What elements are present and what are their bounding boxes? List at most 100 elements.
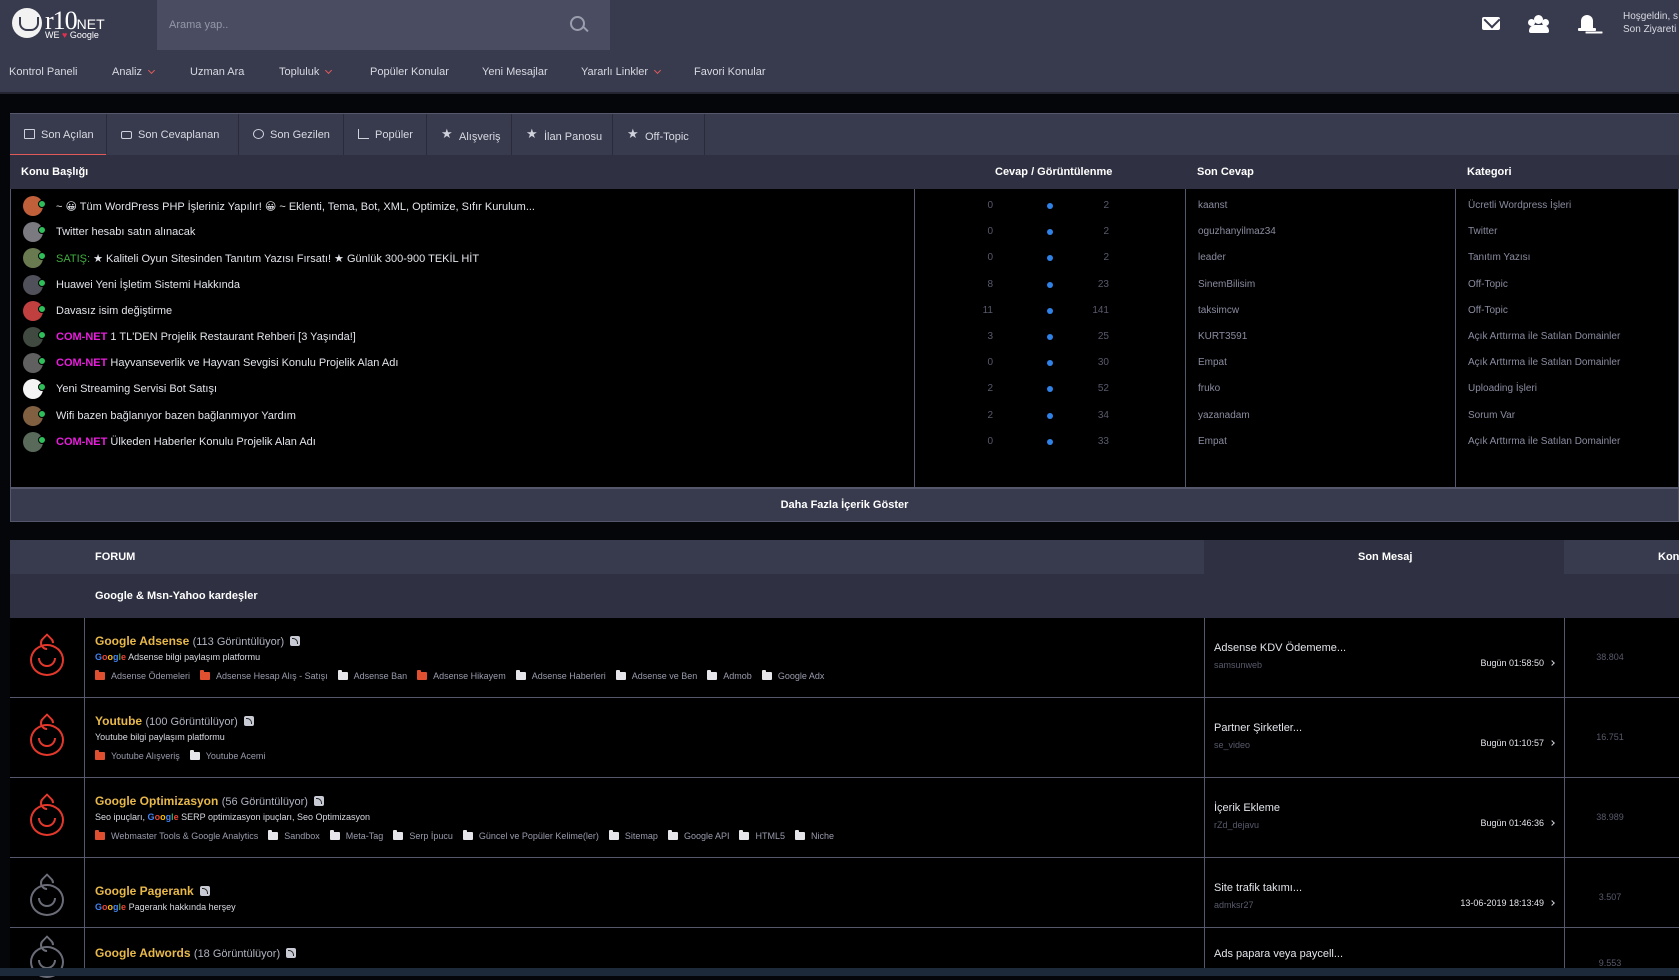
topic-category[interactable]: Açık Arttırma ile Satılan Domainler (1468, 331, 1620, 342)
topic-title-text[interactable]: Wifi bazen bağlanıyor bazen bağlanmıyor … (56, 410, 296, 422)
subforum-link[interactable]: Meta-Tag (329, 830, 384, 841)
avatar[interactable] (23, 196, 46, 216)
subforum-label[interactable]: Adsense Hikayem (433, 671, 506, 681)
last-message-title[interactable]: Adsense KDV Ödememe... (1214, 642, 1346, 654)
topic-title-text[interactable]: Davasız isim değiştirme (56, 305, 172, 317)
topic-title-text[interactable]: Twitter hesabı satın alınacak (56, 226, 195, 238)
tab-populer[interactable]: Popüler (344, 114, 427, 156)
subforum-label[interactable]: Webmaster Tools & Google Analytics (111, 831, 258, 841)
subforum-link[interactable]: Adsense Ödemeleri (95, 670, 190, 681)
topic-row[interactable]: COM-NET Ülkeden Haberler Konulu Projelik… (11, 428, 1679, 456)
forum-title[interactable]: Google Optimizasyon (95, 794, 218, 808)
avatar[interactable] (23, 274, 46, 295)
tab-son-gezilen[interactable]: Son Gezilen (239, 114, 344, 156)
topic-title[interactable]: COM-NET Hayvanseverlik ve Hayvan Sevgisi… (56, 357, 398, 369)
topic-title-text[interactable]: Hayvanseverlik ve Hayvan Sevgisi Konulu … (110, 357, 398, 369)
forum-name[interactable]: Google Optimizasyon (56 Görüntülüyor) (95, 794, 324, 808)
topic-row[interactable]: ~ 😀 Tüm WordPress PHP İşleriniz Yapılır!… (11, 192, 1679, 220)
nav-favori-konular[interactable]: Favori Konular (694, 66, 766, 78)
last-reply-user[interactable]: fruko (1198, 383, 1220, 394)
last-message-title[interactable]: Partner Şirketler... (1214, 722, 1302, 734)
rss-icon[interactable] (199, 886, 210, 896)
topic-category[interactable]: Ücretli Wordpress İşleri (1468, 200, 1571, 211)
avatar[interactable] (23, 353, 46, 374)
last-message-date[interactable]: Bugün 01:58:50 (1214, 658, 1555, 668)
topic-title-text[interactable]: ★ Kaliteli Oyun Sitesinden Tanıtım Yazıs… (93, 253, 479, 265)
subforum-link[interactable]: Youtube Acemi (189, 750, 265, 761)
avatar[interactable] (23, 431, 46, 452)
subforum-label[interactable]: HTML5 (755, 831, 785, 841)
last-message-title[interactable]: Ads papara veya paycell... (1214, 948, 1343, 960)
avatar[interactable] (23, 300, 46, 321)
last-message-title[interactable]: Site trafik takımı... (1214, 882, 1302, 894)
forum-name[interactable]: Google Pagerank (95, 884, 210, 898)
topic-category[interactable]: Uploading İşleri (1468, 383, 1537, 394)
topic-row[interactable]: Wifi bazen bağlanıyor bazen bağlanmıyor … (11, 402, 1679, 430)
nav-kontrol-paneli[interactable]: Kontrol Paneli (9, 66, 78, 78)
last-reply-user[interactable]: Empat (1198, 436, 1227, 447)
topic-title[interactable]: Davasız isim değiştirme (56, 305, 172, 317)
subforum-link[interactable]: Adsense Ban (337, 670, 408, 681)
nav-yeni-mesajlar[interactable]: Yeni Mesajlar (482, 66, 548, 78)
last-reply-user[interactable]: kaanst (1198, 200, 1227, 211)
subforum-link[interactable]: Niche (795, 830, 834, 841)
forum-name[interactable]: Youtube (100 Görüntülüyor) (95, 714, 254, 728)
topic-title[interactable]: COM-NET Ülkeden Haberler Konulu Projelik… (56, 436, 316, 448)
last-reply-user[interactable]: SinemBilisim (1198, 279, 1255, 290)
subforum-label[interactable]: Adsense ve Ben (632, 671, 698, 681)
forum-title[interactable]: Youtube (95, 714, 142, 728)
topic-title-text[interactable]: 1 TL'DEN Projelik Restaurant Rehberi [3 … (110, 331, 355, 343)
subforum-link[interactable]: Adsense ve Ben (615, 670, 698, 681)
subforum-label[interactable]: Sitemap (625, 831, 658, 841)
forum-title[interactable]: Google Adwords (95, 946, 191, 960)
subforum-label[interactable]: Youtube Alışveriş (111, 751, 180, 761)
topic-category[interactable]: Off-Topic (1468, 305, 1508, 316)
rss-icon[interactable] (243, 716, 254, 726)
nav-topluluk[interactable]: Topluluk (279, 66, 333, 78)
topic-title-text[interactable]: Ülkeden Haberler Konulu Projelik Alan Ad… (110, 436, 315, 448)
topic-row[interactable]: Davasız isim değiştirme 11 141 taksimcw Off-… (11, 297, 1679, 325)
users-icon[interactable] (1528, 14, 1550, 34)
subforum-label[interactable]: Adsense Ödemeleri (111, 671, 190, 681)
last-reply-user[interactable]: oguzhanyilmaz34 (1198, 226, 1276, 237)
topic-title-text[interactable]: Yeni Streaming Servisi Bot Satışı (56, 383, 217, 395)
topic-row[interactable]: Huawei Yeni İşletim Sistemi Hakkında 8 23 S… (11, 271, 1679, 299)
subforum-label[interactable]: Google API (684, 831, 730, 841)
avatar[interactable] (23, 405, 46, 426)
topic-title[interactable]: Huawei Yeni İşletim Sistemi Hakkında (56, 279, 240, 291)
last-message-title[interactable]: İçerik Ekleme (1214, 802, 1280, 814)
subforum-link[interactable]: Sandbox (268, 830, 320, 841)
subforum-label[interactable]: Adsense Ban (354, 671, 408, 681)
topic-row[interactable]: Yeni Streaming Servisi Bot Satışı 2 52 fruk… (11, 375, 1679, 403)
avatar[interactable] (23, 248, 46, 269)
topic-category[interactable]: Sorum Var (1468, 410, 1515, 421)
topic-title[interactable]: SATIŞ: ★ Kaliteli Oyun Sitesinden Tanıtı… (56, 252, 479, 265)
forum-name[interactable]: Google Adsense (113 Görüntülüyor) (95, 634, 301, 648)
nav-populer-konular[interactable]: Popüler Konular (370, 66, 449, 78)
rss-icon[interactable] (313, 796, 324, 806)
subforum-link[interactable]: HTML5 (739, 830, 785, 841)
subforum-link[interactable]: Google API (667, 830, 730, 841)
topic-title-text[interactable]: ~ 😀 Tüm WordPress PHP İşleriniz Yapılır!… (56, 201, 535, 213)
topic-title-text[interactable]: Huawei Yeni İşletim Sistemi Hakkında (56, 279, 240, 291)
forum-title[interactable]: Google Adsense (95, 634, 189, 648)
avatar[interactable] (23, 222, 46, 243)
topic-title[interactable]: Twitter hesabı satın alınacak (56, 226, 195, 238)
bell-icon[interactable] (1576, 14, 1598, 34)
topic-title[interactable]: COM-NET 1 TL'DEN Projelik Restaurant Reh… (56, 331, 356, 343)
subforum-link[interactable]: Google Adx (761, 670, 824, 681)
subforum-link[interactable]: Webmaster Tools & Google Analytics (95, 830, 258, 841)
subforum-label[interactable]: Meta-Tag (346, 831, 384, 841)
mail-icon[interactable] (1480, 14, 1502, 34)
topic-category[interactable]: Tanıtım Yazısı (1468, 252, 1530, 263)
topic-row[interactable]: COM-NET Hayvanseverlik ve Hayvan Sevgisi… (11, 349, 1679, 377)
last-reply-user[interactable]: KURT3591 (1198, 331, 1247, 342)
rss-icon[interactable] (286, 948, 297, 958)
subforum-link[interactable]: Sitemap (608, 830, 658, 841)
nav-analiz[interactable]: Analiz (112, 66, 156, 78)
subforum-label[interactable]: Adsense Hesap Alış - Satışı (216, 671, 328, 681)
topic-row[interactable]: Twitter hesabı satın alınacak 0 2 oguzhanyi… (11, 218, 1679, 246)
subforum-label[interactable]: Niche (811, 831, 834, 841)
forum-name[interactable]: Google Adwords (18 Görüntülüyor) (95, 946, 297, 960)
tab-ilan-panosu[interactable]: İlan Panosu (512, 114, 613, 156)
